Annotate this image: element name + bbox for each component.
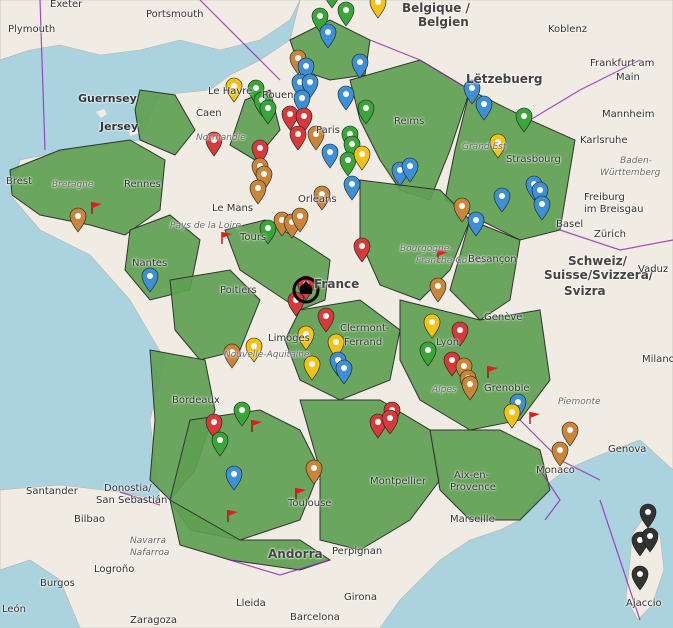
land-guernsey — [96, 109, 107, 118]
land-uk — [0, 0, 301, 61]
map-svg[interactable] — [0, 0, 673, 628]
map-canvas[interactable]: Plymouth Exeter Portsmouth Guernsey Jers… — [0, 0, 673, 628]
